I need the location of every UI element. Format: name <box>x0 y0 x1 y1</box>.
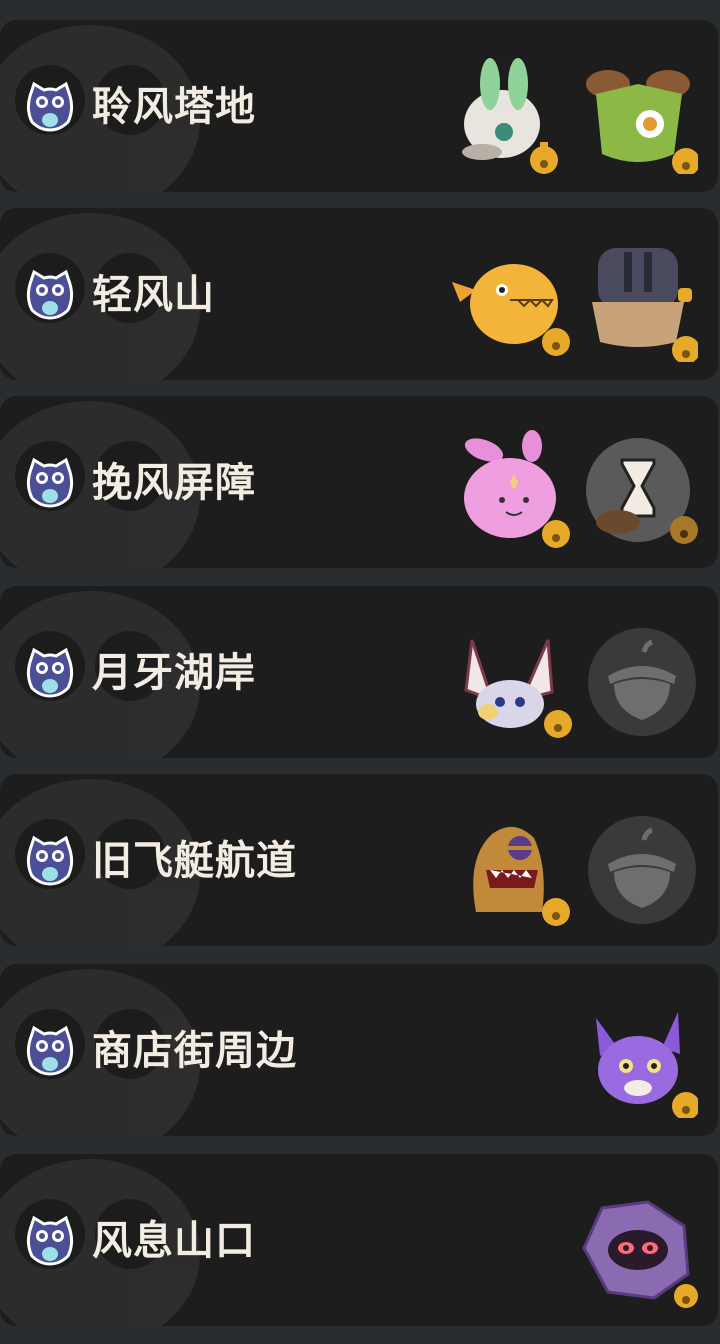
owl-icon <box>26 457 74 508</box>
owl-icon <box>26 81 74 132</box>
location-row[interactable]: 挽风屏障 <box>0 396 718 568</box>
location-row[interactable]: 旧飞艇航道 <box>0 774 718 946</box>
location-row[interactable]: 月牙湖岸 <box>0 586 718 758</box>
green-rabbit-creature-icon[interactable] <box>452 54 572 174</box>
location-row[interactable]: 风息山口 <box>0 1154 718 1326</box>
location-name: 风息山口 <box>92 1218 256 1264</box>
orange-fish-creature-icon[interactable] <box>452 242 572 362</box>
hourglass-pending-creature-icon[interactable] <box>578 430 698 550</box>
pink-bunny-creature-icon[interactable] <box>452 430 572 550</box>
locked-acorn-slot-icon[interactable] <box>586 814 698 926</box>
purple-fox-creature-icon[interactable] <box>578 998 698 1118</box>
owl-icon <box>26 1025 74 1076</box>
purple-rock-creature-icon[interactable] <box>578 1188 698 1308</box>
location-row[interactable]: 轻风山 <box>0 208 718 380</box>
locked-acorn-slot-icon[interactable] <box>586 626 698 738</box>
location-name: 月牙湖岸 <box>92 650 256 696</box>
mud-monster-creature-icon[interactable] <box>452 808 572 928</box>
hooded-armor-creature-icon[interactable] <box>578 242 698 362</box>
location-row[interactable]: 商店街周边 <box>0 964 718 1136</box>
location-name: 商店街周边 <box>92 1028 297 1074</box>
location-name: 挽风屏障 <box>92 460 256 506</box>
long-eared-bat-creature-icon[interactable] <box>452 620 572 740</box>
location-name: 旧飞艇航道 <box>92 838 297 884</box>
green-leaf-cat-creature-icon[interactable] <box>578 54 698 174</box>
owl-icon <box>26 647 74 698</box>
owl-icon <box>26 835 74 886</box>
location-row[interactable]: 聆风塔地 <box>0 20 718 192</box>
owl-icon <box>26 1215 74 1266</box>
location-list: 聆风塔地 轻风山 挽风屏障 月牙湖岸 旧飞艇航道 商店街周边 风息山口 <box>0 0 720 1344</box>
location-name: 轻风山 <box>92 272 215 318</box>
location-name: 聆风塔地 <box>92 84 256 130</box>
owl-icon <box>26 269 74 320</box>
